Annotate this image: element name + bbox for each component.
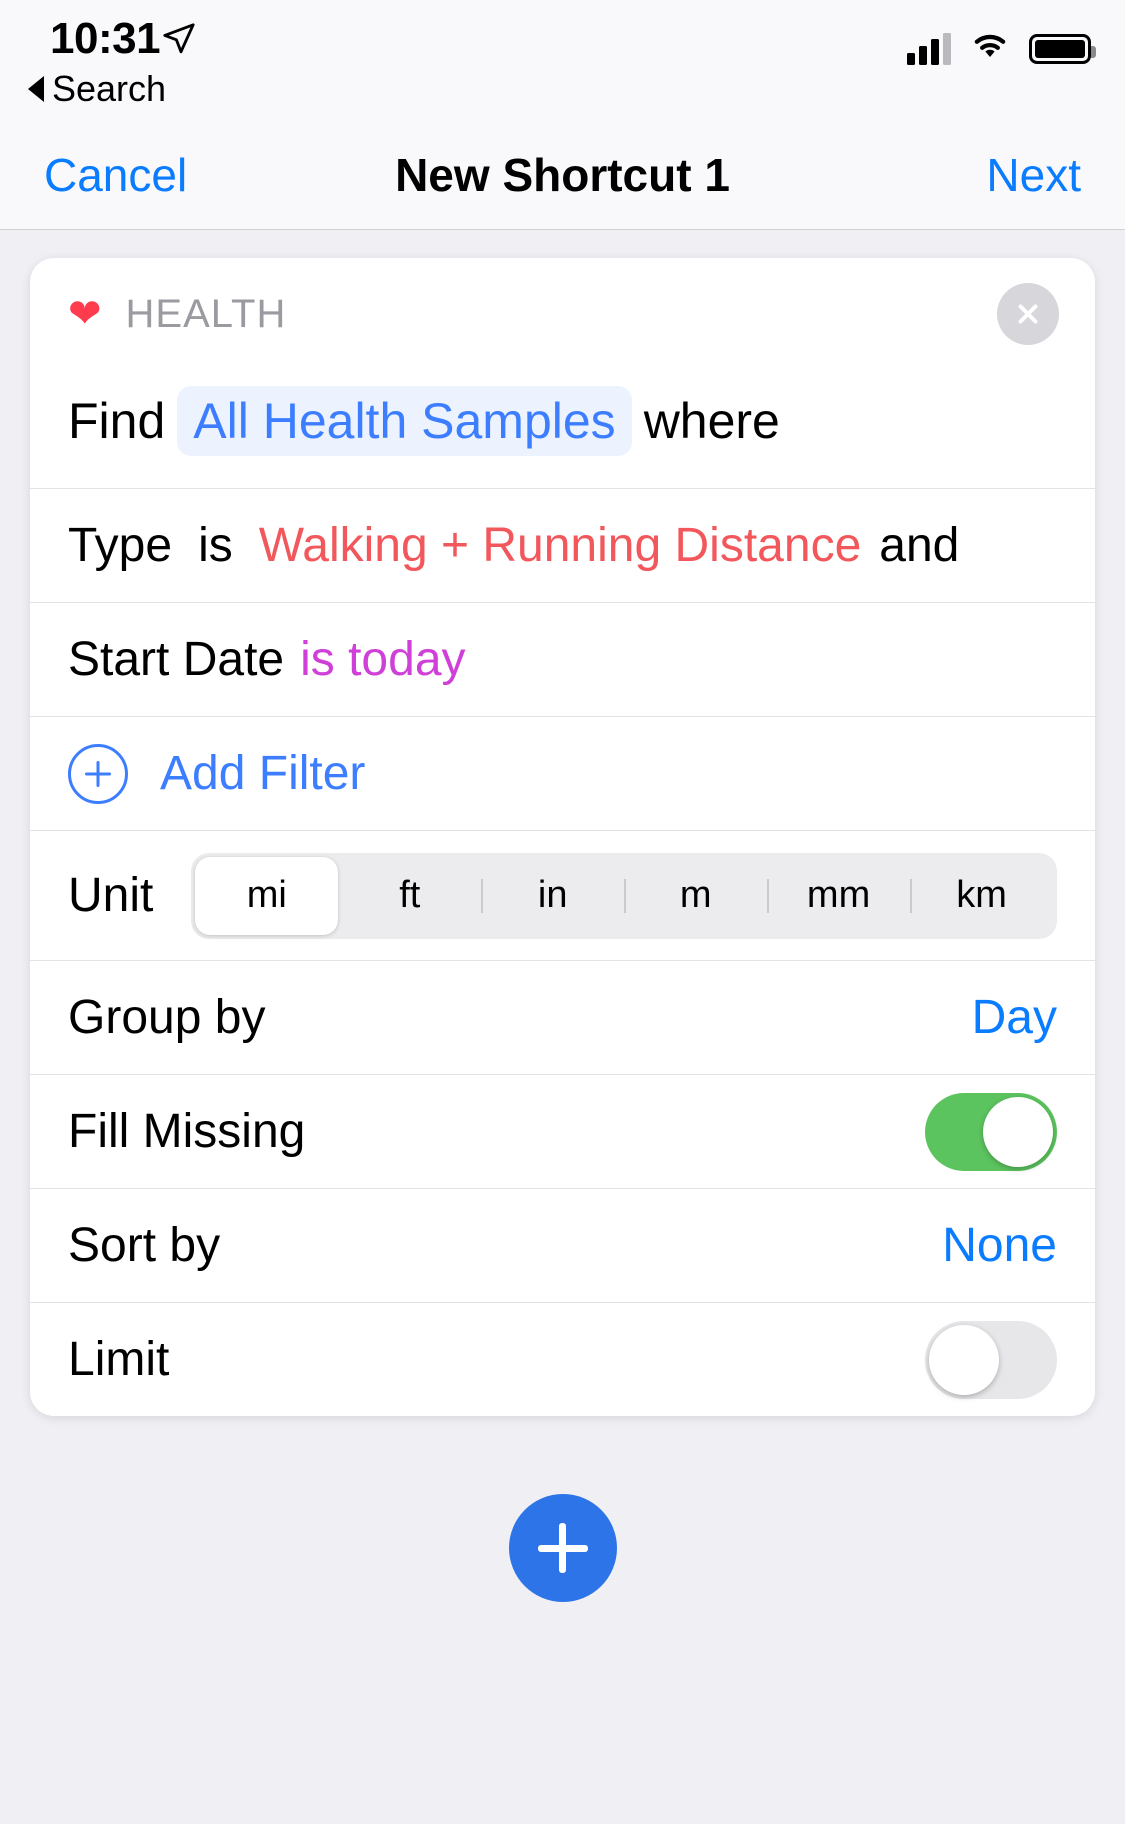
find-source-value[interactable]: All Health Samples	[177, 386, 632, 456]
unit-row: Unit mi ft in m mm km	[30, 830, 1095, 960]
sort-by-label: Sort by	[68, 1219, 221, 1272]
filter-row-type[interactable]: Type is Walking + Running Distance and	[30, 488, 1095, 602]
filter-type-conjunction: and	[879, 519, 960, 572]
sort-by-row[interactable]: Sort by None	[30, 1188, 1095, 1302]
unit-option-mi[interactable]: mi	[195, 856, 339, 935]
add-filter-label: Add Filter	[160, 747, 366, 800]
limit-toggle[interactable]	[925, 1320, 1057, 1399]
filter-start-date-value[interactable]: is today	[300, 632, 465, 687]
back-label: Search	[52, 68, 167, 109]
unit-option-mm[interactable]: mm	[767, 857, 910, 935]
cancel-button[interactable]: Cancel	[44, 148, 187, 202]
location-arrow-icon	[162, 22, 196, 61]
group-by-label: Group by	[68, 991, 266, 1044]
unit-option-km-label: km	[956, 874, 1007, 916]
unit-option-km[interactable]: km	[910, 857, 1053, 935]
shortcuts-editor-screen: 10:31 Search Cancel New Shortcut 1 Next	[0, 0, 1125, 1824]
group-by-value[interactable]: Day	[972, 990, 1057, 1045]
unit-segmented-control[interactable]: mi ft in m mm km	[191, 852, 1057, 939]
status-bar-indicators	[907, 30, 1096, 67]
back-to-search-button[interactable]: Search	[28, 68, 166, 110]
limit-row: Limit	[30, 1302, 1095, 1416]
navigation-bar: Cancel New Shortcut 1 Next	[0, 120, 1125, 230]
unit-option-ft[interactable]: ft	[338, 857, 481, 935]
filter-start-date-label: Start Date	[68, 633, 285, 686]
status-bar: 10:31 Search	[0, 0, 1125, 120]
unit-option-ft-label: ft	[399, 874, 421, 916]
fill-missing-label: Fill Missing	[68, 1105, 306, 1158]
cellular-signal-icon	[907, 32, 951, 65]
status-bar-time: 10:31	[50, 14, 161, 63]
add-action-button[interactable]	[508, 1494, 617, 1602]
find-prefix-label: Find	[68, 393, 166, 449]
fill-missing-row: Fill Missing	[30, 1074, 1095, 1188]
find-row[interactable]: Find All Health Samples where	[30, 370, 1095, 488]
app-name-label: HEALTH	[125, 291, 287, 336]
filter-type-operator: is	[198, 519, 233, 572]
wifi-icon	[968, 30, 1012, 67]
unit-option-in-label: in	[537, 874, 568, 916]
add-action-container	[30, 1494, 1095, 1602]
battery-full-icon	[1029, 33, 1096, 64]
filter-type-value[interactable]: Walking + Running Distance	[259, 518, 862, 573]
action-card-header: ❤ HEALTH	[30, 258, 1095, 370]
group-by-row[interactable]: Group by Day	[30, 960, 1095, 1074]
unit-option-in[interactable]: in	[481, 857, 624, 935]
heart-icon: ❤	[68, 292, 102, 336]
add-filter-row[interactable]: Add Filter	[30, 716, 1095, 830]
limit-label: Limit	[68, 1333, 170, 1386]
next-button[interactable]: Next	[986, 148, 1081, 202]
unit-label: Unit	[68, 869, 154, 922]
filter-type-label: Type	[68, 519, 173, 572]
sort-by-value[interactable]: None	[942, 1218, 1057, 1273]
filter-row-start-date[interactable]: Start Date is today	[30, 602, 1095, 716]
unit-option-m-label: m	[679, 874, 712, 916]
shortcut-actions-list: ❤ HEALTH Find All Health Samples where T…	[0, 230, 1125, 1824]
unit-option-mm-label: mm	[806, 874, 871, 916]
find-health-samples-action-card: ❤ HEALTH Find All Health Samples where T…	[30, 258, 1095, 1416]
fill-missing-toggle[interactable]	[925, 1092, 1057, 1171]
back-triangle-icon	[28, 76, 44, 102]
unit-option-m[interactable]: m	[624, 857, 767, 935]
close-icon[interactable]	[997, 283, 1059, 345]
find-suffix-label: where	[643, 393, 780, 449]
plus-circle-icon	[68, 743, 128, 804]
unit-option-mi-label: mi	[246, 874, 287, 916]
